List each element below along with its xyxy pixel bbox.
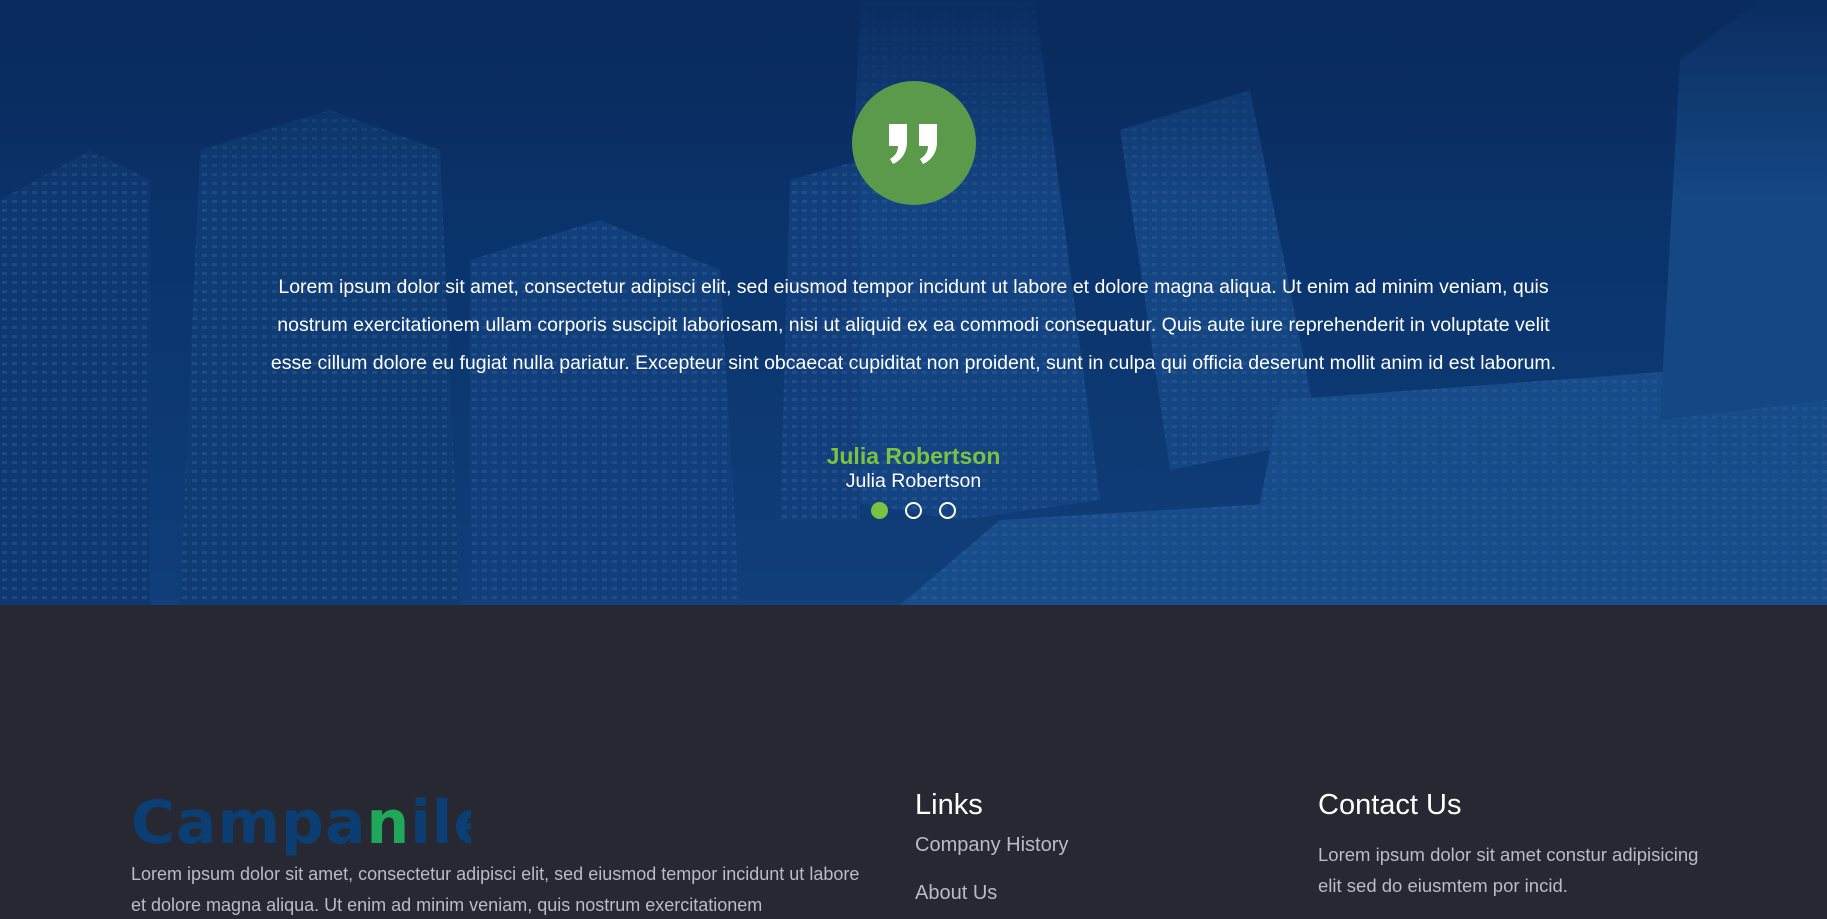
testimonial-section: Lorem ipsum dolor sit amet, consectetur … <box>0 0 1827 605</box>
carousel-pagination <box>0 502 1827 519</box>
footer-link-item: About Us <box>915 881 1068 919</box>
campanile-logo[interactable]: Campanile <box>131 787 494 863</box>
carousel-dot-1[interactable] <box>871 502 888 519</box>
svg-text:Campanile: Campanile <box>131 788 471 858</box>
site-footer: Campanile Lorem ipsum dolor sit amet, co… <box>0 605 1827 919</box>
carousel-dot-3[interactable] <box>939 502 956 519</box>
contact-heading: Contact Us <box>1318 789 1462 821</box>
about-us-link[interactable]: About Us <box>915 882 997 904</box>
author-role: Julia Robertson <box>845 470 982 492</box>
author-name: Julia Robertson <box>826 443 1001 469</box>
company-history-link[interactable]: Company History <box>915 834 1068 856</box>
contact-text: Lorem ipsum dolor sit amet constur adipi… <box>1318 844 1699 896</box>
carousel-dot-2[interactable] <box>905 502 922 519</box>
quote-badge <box>852 81 976 205</box>
testimonial-text: Lorem ipsum dolor sit amet, consectetur … <box>270 276 1557 374</box>
footer-links-list: Company History About Us <box>915 833 1068 919</box>
links-heading: Links <box>915 789 983 821</box>
footer-about-text: Lorem ipsum dolor sit amet, consectetur … <box>131 864 860 915</box>
footer-link-item: Company History <box>915 833 1068 881</box>
quote-icon <box>889 124 937 164</box>
